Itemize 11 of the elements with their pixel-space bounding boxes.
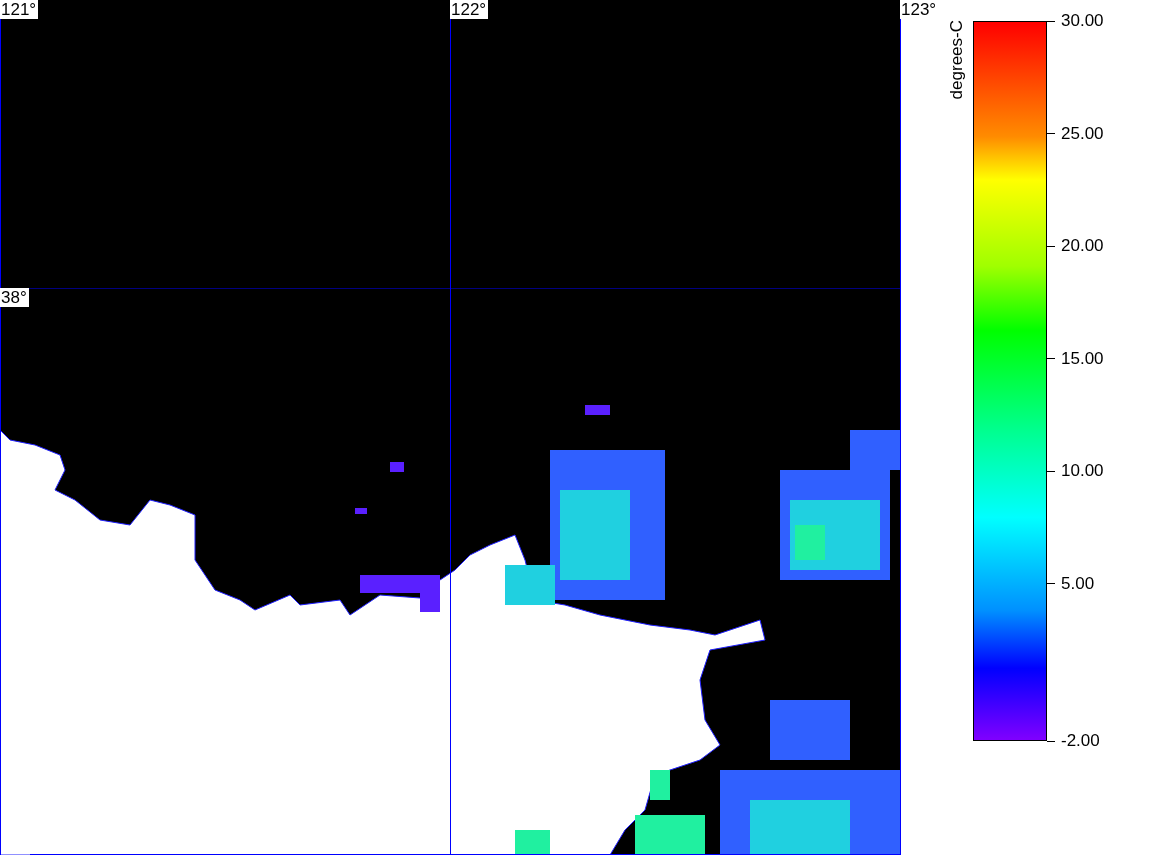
longitude-label: 121° bbox=[0, 0, 39, 19]
scale-value-label: -2.00 bbox=[1061, 731, 1100, 751]
scale-value-label: 10.00 bbox=[1061, 461, 1104, 481]
scale-value-label: 30.00 bbox=[1061, 11, 1104, 31]
scale-value-label: 20.00 bbox=[1061, 236, 1104, 256]
scale-value-label: 25.00 bbox=[1061, 123, 1104, 144]
unit-label: degrees-C bbox=[947, 20, 967, 100]
latitude-label: 38° bbox=[0, 288, 29, 307]
scale-value-label: 5.00 bbox=[1061, 573, 1095, 594]
scale-value-label: 15.00 bbox=[1061, 348, 1104, 369]
longitude-label: 122° bbox=[450, 0, 489, 19]
